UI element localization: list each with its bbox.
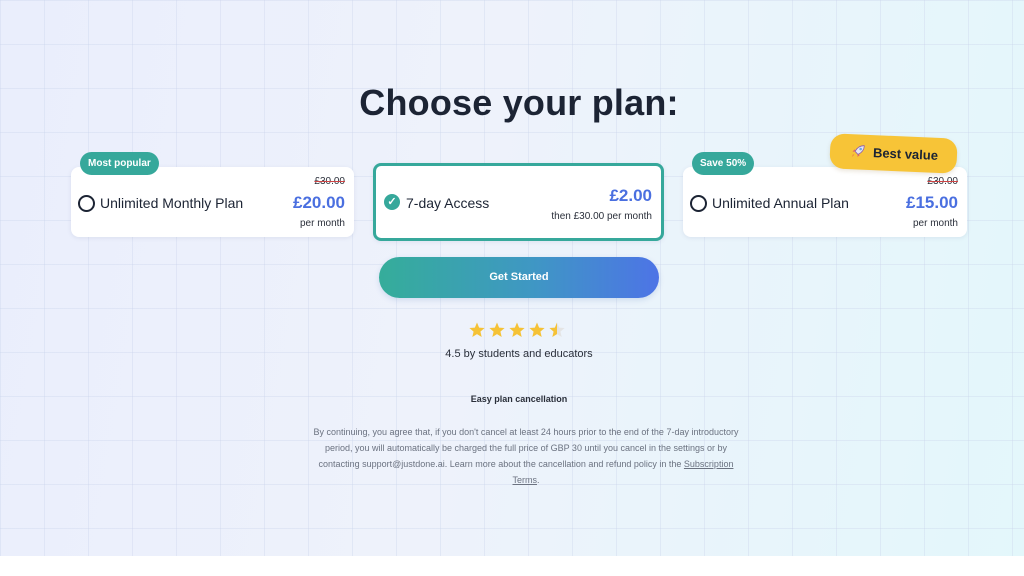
check-circle-icon[interactable]: ✓ [384, 194, 400, 210]
plan-name: Unlimited Annual Plan [712, 195, 849, 211]
get-started-button[interactable]: Get Started [379, 257, 659, 298]
star-icon [529, 322, 545, 337]
rating-stars [469, 322, 565, 337]
footer-strip [0, 556, 1024, 576]
plan-card-7-day[interactable]: ✓ 7-day Access £2.00 then £30.00 per mon… [373, 163, 664, 241]
old-price: £30.00 [927, 176, 958, 187]
plan-price: £2.00 [609, 186, 652, 205]
plan-period: per month [299, 218, 345, 229]
old-price: £30.00 [314, 176, 345, 187]
most-popular-badge: Most popular [80, 152, 159, 175]
plan-card-annual[interactable]: Unlimited Annual Plan £30.00 £15.00 per … [683, 167, 967, 237]
radio-empty-icon[interactable] [78, 195, 95, 212]
radio-empty-icon[interactable] [690, 195, 707, 212]
legal-disclaimer: By continuing, you agree that, if you do… [308, 424, 744, 488]
star-icon [469, 322, 485, 337]
star-icon [509, 322, 525, 337]
save-badge: Save 50% [692, 152, 755, 175]
rocket-icon [851, 145, 865, 158]
plan-period: per month [912, 218, 958, 229]
legal-text: By continuing, you agree that, if you do… [313, 427, 739, 469]
cancellation-title: Easy plan cancellation [470, 394, 568, 404]
page-title: Choose your plan: [359, 82, 679, 123]
rating-text: 4.5 by students and educators [445, 348, 593, 360]
plan-price: £20.00 [293, 193, 345, 212]
plan-card-monthly[interactable]: Unlimited Monthly Plan £30.00 £20.00 per… [71, 167, 354, 237]
legal-end: . [536, 475, 540, 485]
best-value-label: Best value [872, 145, 939, 163]
plan-period: then £30.00 per month [551, 211, 652, 222]
star-icon [489, 322, 505, 337]
plan-name: 7-day Access [406, 195, 490, 211]
plan-name: Unlimited Monthly Plan [100, 195, 244, 211]
star-icon [549, 322, 565, 337]
best-value-badge: Best value [829, 133, 958, 174]
plan-price: £15.00 [906, 193, 958, 212]
